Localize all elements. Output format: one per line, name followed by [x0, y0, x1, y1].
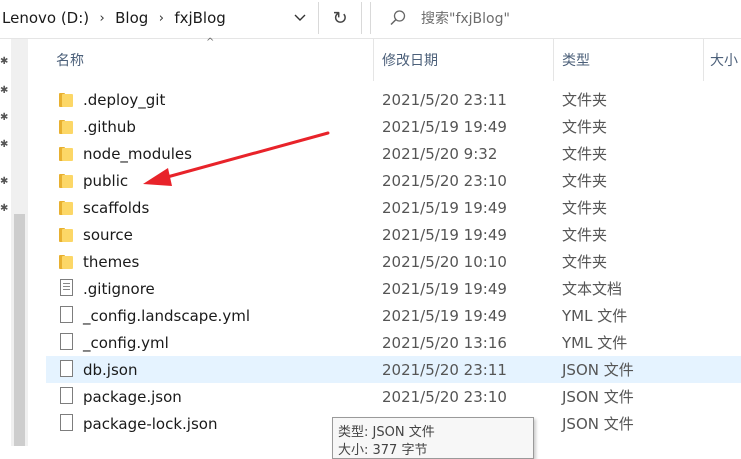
file-name: .gitignore — [83, 279, 155, 298]
file-type: JSON 文件 — [562, 388, 634, 406]
file-modified-date: 2021/5/19 19:49 — [382, 279, 507, 298]
file-tooltip: 类型: JSON 文件 大小: 377 字节 — [332, 417, 534, 459]
file-modified-date: 2021/5/19 19:49 — [382, 117, 507, 136]
file-type: 文本文档 — [562, 280, 623, 298]
column-header-type-label: 类型 — [562, 53, 590, 69]
file-type: 文件夹 — [562, 91, 608, 109]
file-name: public — [83, 171, 129, 190]
address-bar-area: Lenovo (D:) › Blog › fxjBlog ↻ 搜索"fxjBlo… — [0, 0, 741, 39]
column-header-name[interactable]: 名称 — [46, 39, 374, 81]
file-type: 文件夹 — [562, 118, 608, 136]
file-type: 文件夹 — [562, 145, 608, 163]
breadcrumb-drive[interactable]: Lenovo (D:) — [0, 9, 91, 27]
column-header-size-label: 大小 — [710, 53, 738, 69]
text-document-icon — [60, 279, 73, 296]
file-row[interactable]: .deploy_git 2021/5/20 23:11 文件夹 — [46, 86, 741, 113]
column-header-date[interactable]: 修改日期 — [374, 39, 554, 81]
file-type: 文件夹 — [562, 253, 608, 271]
file-icon — [60, 360, 73, 377]
folder-icon — [59, 174, 73, 188]
file-modified-date: 2021/5/20 23:11 — [382, 360, 507, 379]
file-name: db.json — [83, 360, 138, 379]
file-row[interactable]: _config.landscape.yml 2021/5/19 19:49 YML … — [46, 302, 741, 329]
breadcrumb-fxjblog[interactable]: fxjBlog — [172, 9, 227, 27]
file-row[interactable]: public 2021/5/20 23:10 文件夹 — [46, 167, 741, 194]
breadcrumb-blog[interactable]: Blog — [113, 9, 150, 27]
file-type: YML 文件 — [562, 334, 628, 352]
file-name: .deploy_git — [83, 90, 166, 109]
file-type: JSON 文件 — [562, 361, 634, 379]
file-name: package.json — [83, 387, 182, 406]
search-input[interactable]: 搜索"fxjBlog" — [421, 8, 510, 28]
file-row[interactable]: scaffolds 2021/5/19 19:49 文件夹 — [46, 194, 741, 221]
pin-icon: ✱ — [0, 203, 9, 214]
pin-icon: ✱ — [0, 56, 9, 67]
file-row[interactable]: db.json 2021/5/20 23:11 JSON 文件 — [46, 356, 741, 383]
file-type: 文件夹 — [562, 199, 608, 217]
file-row[interactable]: _config.yml 2021/5/20 13:16 YML 文件 — [46, 329, 741, 356]
file-name: _config.yml — [83, 333, 169, 352]
file-name: source — [83, 225, 133, 244]
file-row[interactable]: .github 2021/5/19 19:49 文件夹 — [46, 113, 741, 140]
file-icon — [60, 387, 73, 404]
column-header-size[interactable]: 大小 — [704, 39, 741, 81]
pin-icon: ✱ — [0, 85, 9, 96]
tooltip-type: 类型: JSON 文件 — [338, 425, 435, 440]
file-modified-date: 2021/5/19 19:49 — [382, 198, 507, 217]
file-type: YML 文件 — [562, 307, 628, 325]
file-type: 文件夹 — [562, 226, 608, 244]
column-header-name-label: 名称 — [56, 53, 84, 69]
refresh-icon: ↻ — [332, 7, 348, 29]
file-type: 文件夹 — [562, 172, 608, 190]
file-row[interactable]: .gitignore 2021/5/19 19:49 文本文档 — [46, 275, 741, 302]
file-modified-date: 2021/5/20 10:10 — [382, 252, 507, 271]
chevron-down-icon — [294, 14, 306, 21]
file-list: .deploy_git 2021/5/20 23:11 文件夹 .github 2021… — [46, 86, 741, 437]
file-icon — [60, 333, 73, 350]
file-modified-date: 2021/5/20 23:10 — [382, 171, 507, 190]
file-modified-date: 2021/5/19 19:49 — [382, 306, 507, 325]
column-header-date-label: 修改日期 — [382, 53, 438, 69]
file-name: node_modules — [83, 144, 192, 163]
search-icon — [390, 10, 406, 26]
folder-icon — [59, 120, 73, 134]
file-modified-date: 2021/5/20 23:10 — [382, 387, 507, 406]
file-name: .github — [83, 117, 136, 136]
file-row[interactable]: package.json 2021/5/20 23:10 JSON 文件 — [46, 383, 741, 410]
file-row[interactable]: source 2021/5/19 19:49 文件夹 — [46, 221, 741, 248]
address-dropdown-button[interactable] — [286, 5, 314, 31]
file-icon — [60, 306, 73, 323]
file-name: themes — [83, 252, 140, 271]
folder-icon — [59, 228, 73, 242]
file-name: package-lock.json — [83, 414, 218, 433]
file-modified-date: 2021/5/20 23:11 — [382, 90, 507, 109]
breadcrumb[interactable]: Lenovo (D:) › Blog › fxjBlog — [0, 2, 228, 34]
file-modified-date: 2021/5/20 13:16 — [382, 333, 507, 352]
folder-icon — [59, 255, 73, 269]
file-modified-date: 2021/5/20 9:32 — [382, 144, 498, 163]
file-modified-date: 2021/5/19 19:49 — [382, 225, 507, 244]
pin-icon: ✱ — [0, 112, 9, 123]
column-header-type[interactable]: 类型 — [554, 39, 704, 81]
file-icon — [60, 414, 73, 431]
file-row[interactable]: node_modules 2021/5/20 9:32 文件夹 — [46, 140, 741, 167]
search-box[interactable]: 搜索"fxjBlog" — [370, 2, 741, 34]
folder-icon — [59, 147, 73, 161]
chevron-right-icon[interactable]: › — [91, 11, 113, 26]
folder-icon — [59, 93, 73, 107]
folder-icon — [59, 201, 73, 215]
column-header-row: ^ 名称 修改日期 类型 大小 — [46, 37, 741, 81]
chevron-right-icon[interactable]: › — [150, 11, 172, 26]
refresh-button[interactable]: ↻ — [318, 2, 362, 34]
tooltip-size: 大小: 377 字节 — [338, 443, 428, 458]
file-row[interactable]: themes 2021/5/20 10:10 文件夹 — [46, 248, 741, 275]
pin-icon: ✱ — [0, 176, 9, 187]
nav-scrollbar-thumb[interactable] — [14, 214, 25, 446]
file-name: _config.landscape.yml — [83, 306, 250, 325]
pin-icon: ✱ — [0, 139, 9, 150]
file-type: JSON 文件 — [562, 415, 634, 433]
file-name: scaffolds — [83, 198, 150, 217]
